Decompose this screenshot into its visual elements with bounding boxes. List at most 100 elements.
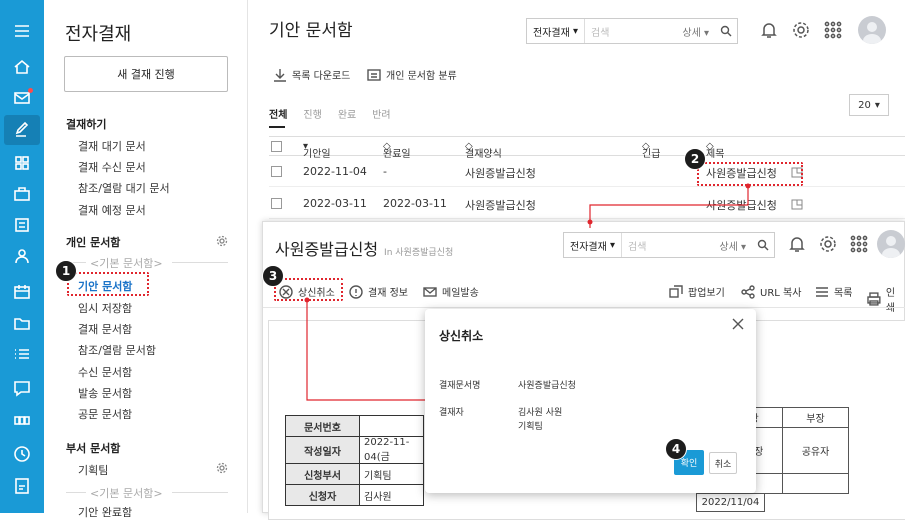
bell-icon[interactable] [757,18,781,42]
highlight-withdraw [274,278,343,301]
dept-settings-gear-icon[interactable] [216,462,228,474]
classify-button[interactable]: 개인 문서함 분류 [367,67,457,82]
panel-bell-icon[interactable] [785,232,809,256]
apps-grid-icon[interactable] [821,18,845,42]
app-rail [0,0,44,513]
mail-icon[interactable] [12,88,33,108]
row-checkbox[interactable] [271,166,282,177]
basic-box-label: <기본 문서함> [90,257,163,270]
menu-icon[interactable] [12,21,32,41]
sidebar-item-pending[interactable]: 결재 대기 문서 [78,138,146,154]
copy-url-button[interactable]: URL 복사 [741,284,801,299]
chat-icon[interactable] [12,378,32,398]
list-lines-icon [816,286,828,297]
modal-label-approver: 결재자 [439,408,464,418]
search-input[interactable]: 검색 [585,24,682,39]
panel-user-avatar[interactable] [877,230,905,258]
sidebar-item-temp-saved[interactable]: 임시 저장함 [78,300,132,316]
table-row[interactable]: 2022-11-04 - 사원증발급신청 사원증발급신청 [269,157,905,187]
document-subtitle: In 사원증발급신청 [384,248,454,258]
withdraw-modal: 상신취소 결재문서명 사원증발급신청 결재자 김사원 사원 기획팀 확인 취소 [425,309,756,493]
sidebar-item-official-box[interactable]: 공문 문서함 [78,406,132,422]
col-urgent[interactable]: 긴급 ◇ [642,141,660,160]
section-dept: 부서 문서함 [66,442,121,455]
person-icon[interactable] [12,246,32,266]
page-size-select[interactable]: 20 ▾ [849,94,889,116]
tab-indicator [269,126,285,128]
doc-label-number: 문서번호 [285,415,360,437]
user-avatar[interactable] [858,16,886,44]
print-button[interactable]: 인쇄 [867,284,904,314]
grid-icon[interactable] [12,153,32,173]
row-done-date: 2022-03-11 [383,197,447,210]
section-approve: 결재하기 [66,118,107,131]
personal-settings-gear-icon[interactable] [216,235,228,247]
doc-value-applicant: 김사원 [359,484,424,506]
divider [172,262,228,263]
mail-send-icon [423,286,437,297]
table-row[interactable]: 2022-03-11 2022-03-11 사원증발급신청 사원증발급신청 [269,189,905,219]
row-title-link[interactable]: 사원증발급신청 [706,197,777,213]
panel-apps-grid-icon[interactable] [847,232,871,256]
sidebar-item-scheduled[interactable]: 결재 예정 문서 [78,202,146,218]
doc-label-dept: 신청부서 [285,463,360,485]
advanced-search-toggle[interactable]: 상세 ▾ [682,24,715,39]
panel-search-icon[interactable] [752,239,774,251]
sidebar-item-planning-team[interactable]: 기획팀 [78,462,108,478]
notification-dot [28,88,33,93]
cancel-button[interactable]: 취소 [709,452,737,474]
approval-icon[interactable] [4,115,40,145]
gear-icon[interactable] [789,18,813,42]
sidebar-item-received-box[interactable]: 수신 문서함 [78,364,132,380]
col-done-date[interactable]: 완료일 ◇ [383,141,411,160]
row-draft-date: 2022-11-04 [303,165,367,178]
approval-info-button[interactable]: 결재 정보 [349,284,408,299]
signature-date-table: 2022/11/04 [696,493,765,512]
col-form[interactable]: 결재양식 ◇ [465,141,502,160]
approval-sidebar: 전자결재 새 결재 진행 결재하기 결재 대기 문서 결재 수신 문서 참조/열… [44,0,248,519]
sidebar-item-sent-box[interactable]: 발송 문서함 [78,385,132,401]
modal-title: 상신취소 [439,329,484,343]
tab-rejected[interactable]: 반려 [372,106,390,121]
panel-search-scope-select[interactable]: 전자결재 ▾ [564,233,623,257]
tab-all[interactable]: 전체 [269,106,287,121]
close-icon[interactable] [731,317,747,333]
list-button[interactable]: 목록 [815,284,852,299]
doc-label-date: 작성일자 [285,436,360,464]
sidebar-item-reference-pending[interactable]: 참조/열람 대기 문서 [78,180,170,196]
panel-search-input[interactable]: 검색 [622,238,719,253]
tab-progress[interactable]: 진행 [303,106,321,121]
select-all-checkbox[interactable] [271,141,282,152]
list-icon[interactable] [12,344,32,364]
panel-advanced-search[interactable]: 상세 ▾ [719,238,752,253]
send-mail-button[interactable]: 메일발송 [423,284,479,299]
print-icon [867,292,881,306]
folder-icon[interactable] [12,313,32,333]
sidebar-item-reference-box[interactable]: 참조/열람 문서함 [78,342,156,358]
sidebar-item-received[interactable]: 결재 수신 문서 [78,159,146,175]
step-badge-3: 3 [262,265,284,287]
briefcase-icon[interactable] [12,184,32,204]
row-checkbox[interactable] [271,198,282,209]
search-scope-select[interactable]: 전자결재 ▾ [527,19,586,43]
search-icon[interactable] [715,25,737,37]
note-icon[interactable] [12,476,32,496]
download-list-button[interactable]: 목록 다운로드 [273,67,350,82]
clock-icon[interactable] [12,444,32,464]
preview-icon[interactable] [791,198,803,213]
apps-icon[interactable] [12,410,32,430]
col-draft-date[interactable]: 기안일 ▾ [303,141,331,160]
popup-view-button[interactable]: 팝업보기 [669,284,725,299]
card-icon[interactable] [12,215,32,235]
sidebar-item-draft-complete[interactable]: 기안 완료함 [78,504,132,520]
calendar-icon[interactable] [12,282,32,302]
new-approval-button[interactable]: 새 결재 진행 [64,56,228,92]
header-search: 전자결재 ▾ 검색 상세 ▾ [526,18,738,44]
home-icon[interactable] [12,57,32,77]
tab-complete[interactable]: 완료 [338,106,356,121]
table-header: 기안일 ▾ 완료일 ◇ 결재양식 ◇ 긴급 ◇ 제목 ◇ [269,136,905,160]
col-title[interactable]: 제목 ◇ [706,141,724,160]
panel-gear-icon[interactable] [816,232,840,256]
sidebar-item-approved-box[interactable]: 결재 문서함 [78,321,132,337]
share-icon [741,284,755,299]
